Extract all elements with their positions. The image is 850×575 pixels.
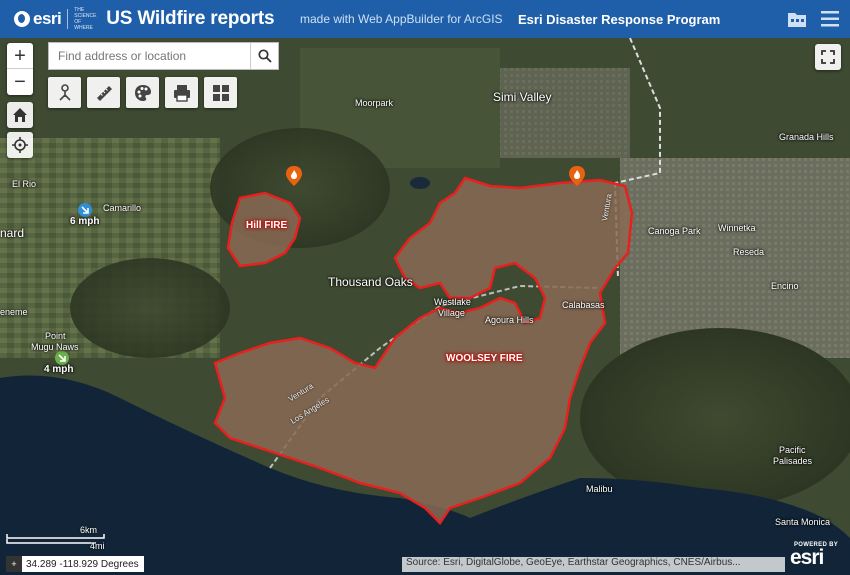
- place-label: Moorpark: [355, 98, 394, 108]
- place-label: Granada Hills: [779, 132, 834, 142]
- layer-list-button[interactable]: [204, 77, 237, 108]
- place-label: Reseda: [733, 247, 765, 257]
- place-label: Point: [45, 331, 66, 341]
- place-label: Camarillo: [103, 203, 142, 213]
- fullscreen-icon: [821, 50, 835, 64]
- locate-icon: [12, 137, 28, 153]
- search-input[interactable]: [49, 43, 250, 69]
- fire-marker-icon[interactable]: [286, 166, 302, 186]
- place-label: Winnetka: [718, 223, 756, 233]
- home-button[interactable]: [7, 102, 33, 128]
- basemap-gallery-button[interactable]: [126, 77, 159, 108]
- place-label: Pacific: [779, 445, 806, 455]
- zoom-control: + −: [7, 43, 33, 95]
- place-label: nard: [0, 226, 25, 240]
- place-label: Village: [438, 308, 465, 318]
- place-label: Westlake: [434, 297, 471, 307]
- coordinate-value: 34.289 -118.929 Degrees: [26, 558, 139, 570]
- place-label: Agoura Hills: [485, 315, 534, 325]
- fire-marker-icon[interactable]: [569, 166, 585, 186]
- zoom-in-button[interactable]: +: [7, 43, 33, 69]
- fullscreen-button[interactable]: [815, 44, 841, 70]
- place-label: eneme: [0, 307, 28, 317]
- scale-mi: 4mi: [90, 541, 105, 551]
- satellite-basemap: [0, 38, 850, 575]
- wind-arrow-icon[interactable]: [55, 351, 69, 365]
- basemap-gallery-icon: [134, 84, 151, 101]
- search-icon: [257, 49, 272, 63]
- place-label: Encino: [771, 281, 799, 291]
- menu-icon[interactable]: [820, 9, 840, 29]
- program-title: Esri Disaster Response Program: [518, 12, 721, 27]
- powered-by-esri[interactable]: POWERED BY esri: [790, 542, 846, 572]
- place-label: Calabasas: [562, 300, 605, 310]
- search-widget: [48, 42, 279, 70]
- place-label: Palisades: [773, 456, 813, 466]
- measure-button[interactable]: [87, 77, 120, 108]
- app-header: esri THE SCIENCE OF WHERE US Wildfire re…: [0, 0, 850, 38]
- wind-arrow-icon[interactable]: [78, 203, 92, 217]
- home-icon: [13, 108, 27, 122]
- place-label: El Rio: [12, 179, 37, 189]
- place-label: Santa Monica: [775, 517, 831, 527]
- logo-text: esri: [33, 9, 62, 28]
- app-subtitle: made with Web AppBuilder for ArcGIS: [300, 12, 503, 26]
- crosshair-icon: +: [6, 556, 22, 572]
- place-label: Thousand Oaks: [328, 275, 413, 289]
- wind-speed: 4 mph: [44, 364, 74, 375]
- measure-icon: [96, 85, 112, 101]
- zoom-out-button[interactable]: −: [7, 69, 33, 95]
- esri-logo: esri THE SCIENCE OF WHERE: [14, 0, 97, 38]
- place-label: Mugu Naws: [31, 342, 79, 352]
- my-location-button[interactable]: [7, 132, 33, 158]
- directions-button[interactable]: [48, 77, 81, 108]
- globe-icon: [14, 11, 30, 27]
- map-view[interactable]: 6 mph 4 mph Hill FIRE WOOLSEY FIRE Moorp…: [0, 38, 850, 575]
- place-label: Malibu: [586, 484, 613, 494]
- coordinate-display[interactable]: + 34.289 -118.929 Degrees: [6, 556, 144, 572]
- widget-toolbar: [48, 77, 237, 108]
- folder-icon[interactable]: [787, 9, 807, 29]
- scale-bar: 6km 4mi: [6, 525, 106, 553]
- app-title: US Wildfire reports: [106, 8, 275, 29]
- logo-tagline: THE SCIENCE OF WHERE: [74, 7, 97, 31]
- hill-fire-label[interactable]: Hill FIRE: [246, 220, 287, 231]
- place-label: Canoga Park: [648, 226, 701, 236]
- woolsey-fire-label[interactable]: WOOLSEY FIRE: [446, 353, 523, 364]
- print-icon: [173, 84, 190, 102]
- esri-wordmark: esri: [790, 546, 824, 569]
- search-button[interactable]: [250, 43, 278, 69]
- directions-icon: [58, 83, 71, 101]
- layer-list-icon: [212, 84, 229, 101]
- wind-speed: 6 mph: [70, 216, 100, 227]
- map-attribution[interactable]: Source: Esri, DigitalGlobe, GeoEye, Eart…: [402, 557, 785, 572]
- place-label: Simi Valley: [493, 90, 552, 104]
- scale-km: 6km: [80, 525, 98, 535]
- print-button[interactable]: [165, 77, 198, 108]
